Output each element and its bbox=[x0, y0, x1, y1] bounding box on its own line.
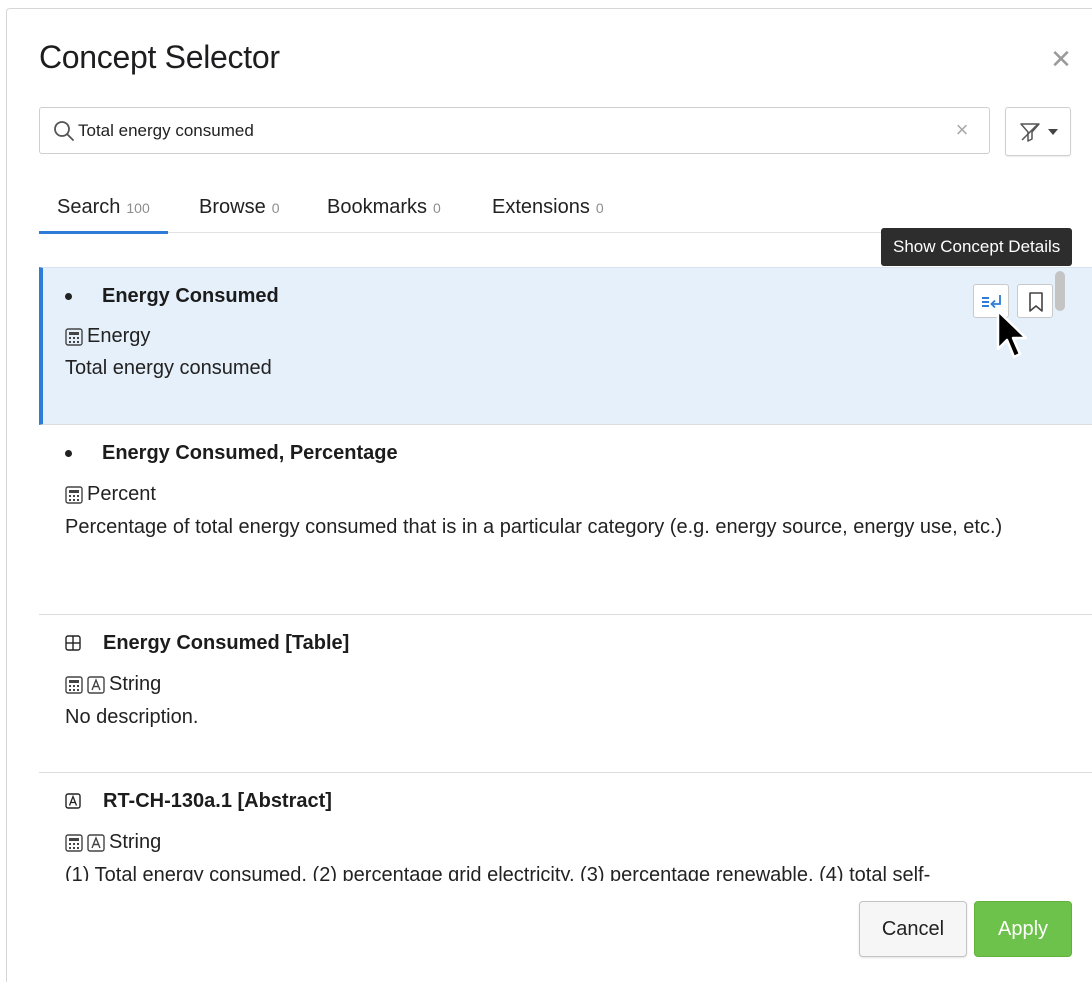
text-a-icon bbox=[87, 675, 105, 694]
calculator-icon bbox=[65, 327, 83, 346]
result-item[interactable]: Energy Consumed [Table] String No descri… bbox=[39, 615, 1092, 773]
tab-extensions[interactable]: Extensions 0 bbox=[492, 196, 604, 233]
scrollbar-thumb[interactable] bbox=[1055, 271, 1065, 311]
tab-count: 0 bbox=[433, 200, 441, 216]
bullet-marker bbox=[65, 292, 72, 300]
mouse-cursor-icon bbox=[996, 309, 1028, 359]
tab-browse[interactable]: Browse 0 bbox=[199, 196, 280, 233]
tab-label: Extensions bbox=[492, 196, 590, 218]
close-icon[interactable]: ✕ bbox=[1047, 45, 1075, 73]
result-item[interactable]: Energy Consumed Energy Total energy cons… bbox=[39, 267, 1092, 425]
result-type: Energy bbox=[87, 325, 151, 347]
filter-dropdown-button[interactable] bbox=[1005, 107, 1071, 156]
abstract-a-icon bbox=[65, 793, 81, 809]
search-input[interactable] bbox=[78, 108, 938, 153]
result-description: Percentage of total energy consumed that… bbox=[65, 516, 1003, 538]
result-description: (1) Total energy consumed, (2) percentag… bbox=[65, 864, 931, 881]
result-name: Energy Consumed [Table] bbox=[103, 631, 350, 654]
tab-count: 0 bbox=[595, 200, 604, 216]
result-name: Energy Consumed bbox=[102, 284, 279, 307]
tab-count: 0 bbox=[271, 200, 280, 216]
result-type: String bbox=[109, 831, 162, 853]
dialog-title: Concept Selector bbox=[39, 39, 280, 75]
result-description: No description. bbox=[65, 706, 199, 728]
result-item[interactable]: Energy Consumed, Percentage Percent Perc… bbox=[39, 425, 1092, 615]
search-box[interactable]: × bbox=[39, 107, 990, 154]
tab-label: Browse bbox=[199, 196, 266, 218]
tab-label: Search bbox=[57, 196, 121, 218]
concept-selector-dialog: Concept Selector ✕ × Search 100 Browse 0 B… bbox=[6, 8, 1092, 982]
results-list[interactable]: Energy Consumed Energy Total energy cons… bbox=[39, 267, 1092, 881]
tab-count: 100 bbox=[126, 200, 150, 216]
tab-bookmarks[interactable]: Bookmarks 0 bbox=[327, 196, 441, 233]
tab-label: Bookmarks bbox=[327, 196, 428, 218]
calculator-icon bbox=[65, 485, 83, 504]
result-description: Total energy consumed bbox=[65, 357, 272, 379]
result-item[interactable]: RT-CH-130a.1 [Abstract] String (1) Total… bbox=[39, 773, 1092, 882]
bullet-marker bbox=[65, 449, 72, 457]
apply-button[interactable]: Apply bbox=[974, 901, 1072, 957]
search-icon bbox=[54, 121, 74, 141]
result-type: String bbox=[109, 673, 162, 695]
tab-search[interactable]: Search 100 bbox=[39, 196, 168, 234]
result-name: Energy Consumed, Percentage bbox=[102, 441, 398, 464]
result-type: Percent bbox=[87, 483, 156, 505]
calculator-icon bbox=[65, 675, 83, 694]
tooltip: Show Concept Details bbox=[881, 228, 1073, 266]
filter-icon bbox=[1020, 123, 1040, 142]
result-name: RT-CH-130a.1 [Abstract] bbox=[103, 789, 332, 812]
text-a-icon bbox=[87, 833, 105, 852]
clear-icon[interactable]: × bbox=[951, 119, 973, 141]
table-icon bbox=[65, 635, 81, 651]
calculator-icon bbox=[65, 833, 83, 852]
caret-down-icon bbox=[1048, 129, 1058, 135]
cancel-button[interactable]: Cancel bbox=[859, 901, 967, 957]
